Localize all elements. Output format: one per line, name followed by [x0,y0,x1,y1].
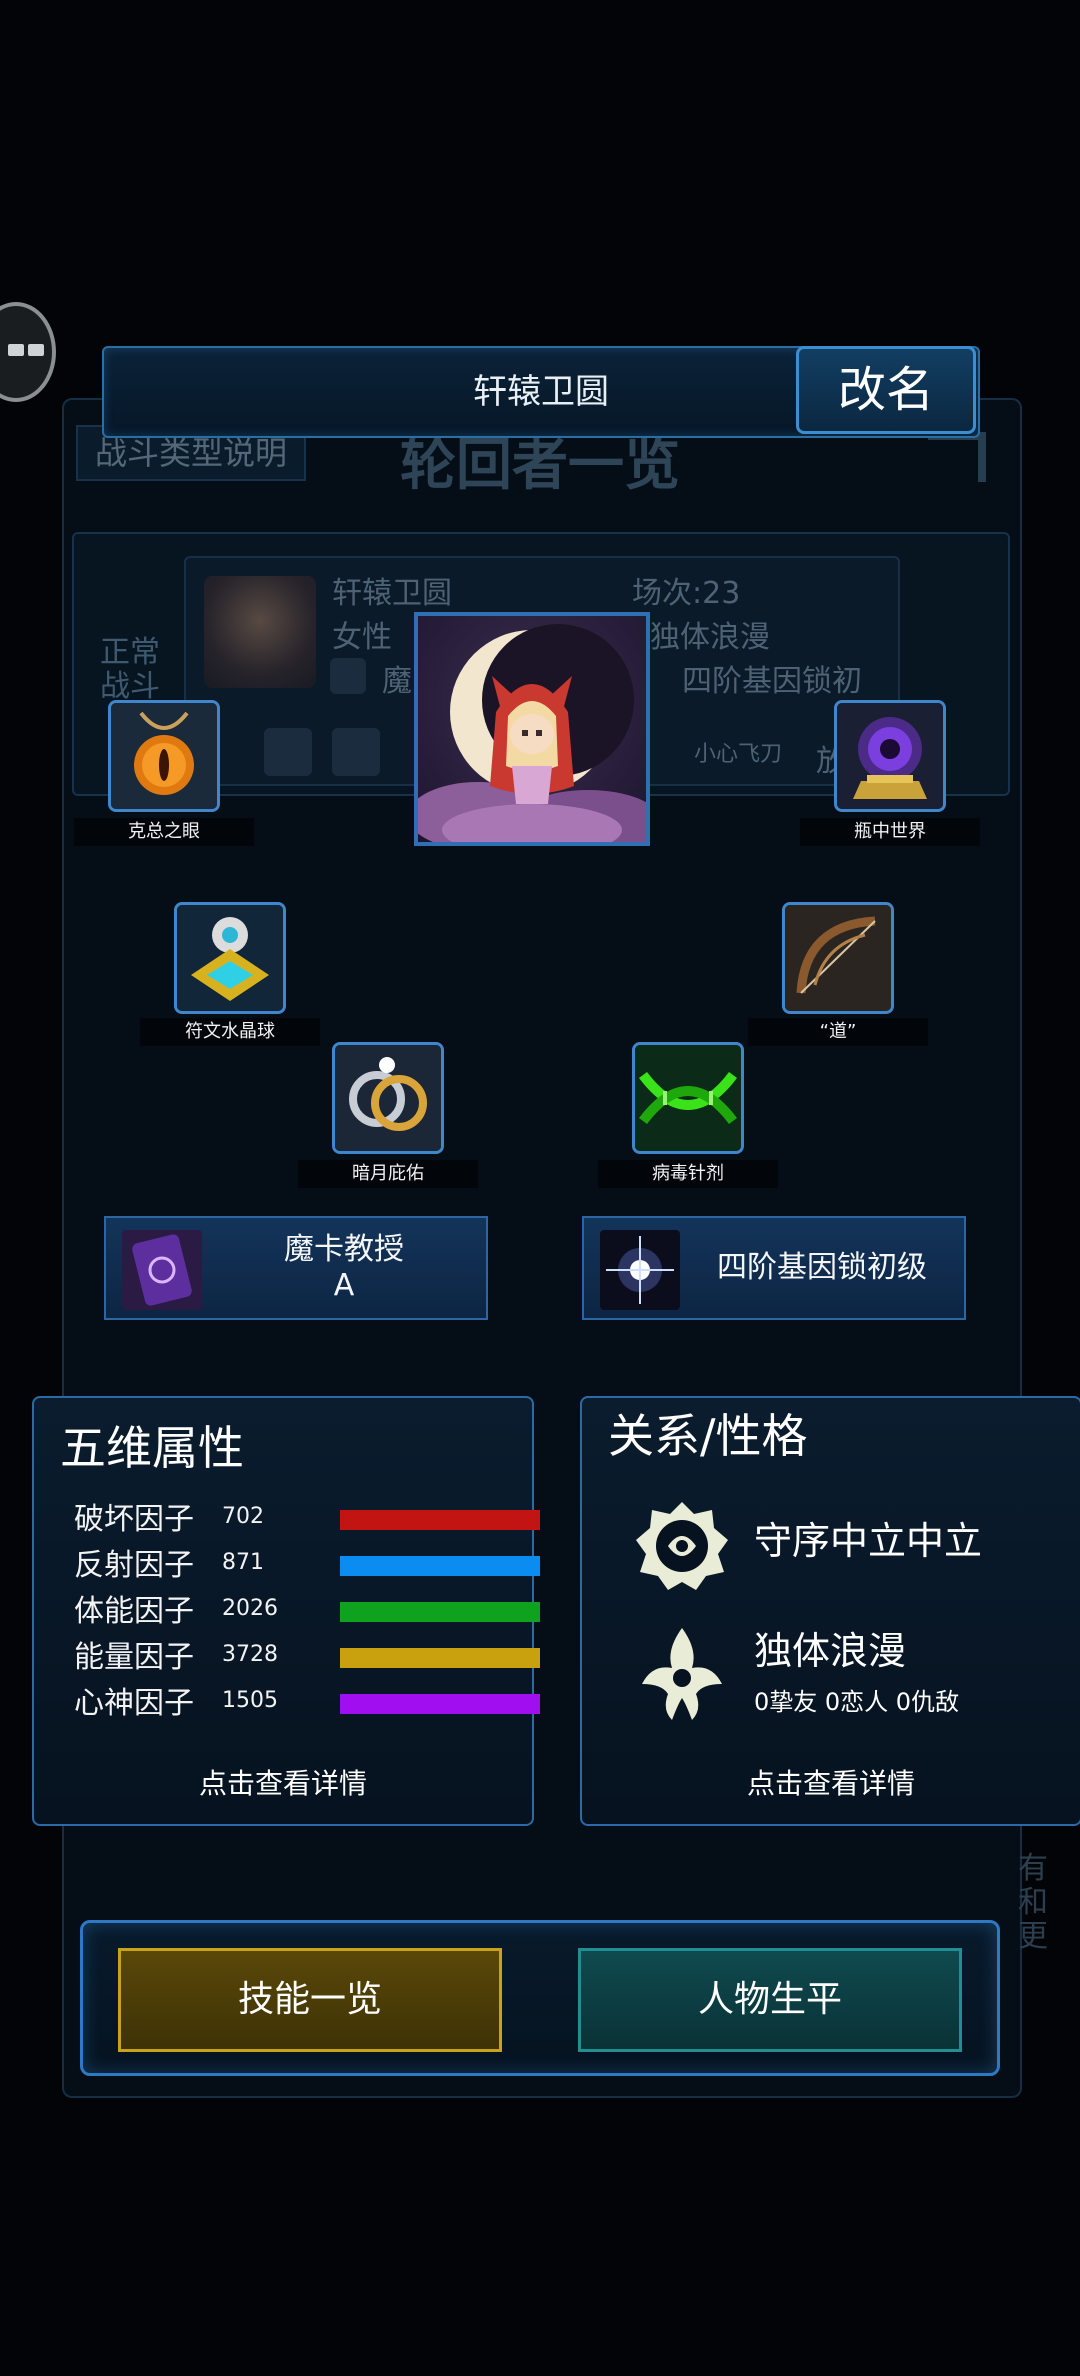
attribute-value: 871 [222,1550,264,1575]
equipment-label-3: 符文水晶球 [140,1018,320,1046]
equipment-slot-3[interactable] [174,902,286,1014]
portrait-art-icon [418,624,646,842]
skills-list-button[interactable]: 技能一览 [118,1948,502,2052]
character-detail-screen: 战斗类型说明 轮回者一览 正常战斗 轩辕卫圆 女性 魔 场次:23 独体浪漫 四… [0,0,1080,2376]
attribute-name: 体能因子 [74,1594,194,1629]
talent-title-1: 魔卡教授 [284,1232,404,1267]
back-icon [928,432,986,482]
attribute-value: 2026 [222,1596,278,1621]
equipment-slot-1[interactable] [108,700,220,812]
attribute-name: 能量因子 [74,1640,194,1675]
background-status-label: 正常战斗 [100,635,160,704]
bow-icon [785,905,891,1011]
talent-title-2: 四阶基因锁初级 [717,1250,927,1285]
attribute-value: 1505 [222,1688,278,1713]
rename-button[interactable]: 改名 [796,346,976,434]
attribute-bar-track [340,1556,540,1576]
alignment-emblem-icon [636,1502,728,1590]
background-talent: 魔 [382,664,412,699]
character-portrait [414,612,650,846]
attributes-title: 五维属性 [60,1421,244,1475]
attribute-bar [340,1556,540,1576]
relations-panel[interactable]: 关系/性格 守序中立中立 独体浪漫 0挚友 0恋人 0仇敌 点击查看详情 [580,1396,1080,1826]
background-item-icon [332,728,380,776]
background-side-text: 有和更 [1018,1851,1048,1954]
personality-text: 独体浪漫 [754,1629,907,1673]
attribute-bar [340,1648,540,1668]
relations-detail-link[interactable]: 点击查看详情 [582,1762,1080,1802]
floating-assist-button[interactable] [0,302,56,402]
attribute-bar-track [340,1602,540,1622]
equipment-slot-6[interactable] [632,1042,744,1154]
relations-title: 关系/性格 [608,1409,808,1463]
equipment-slot-4[interactable] [782,902,894,1014]
attribute-bar-track [340,1510,540,1530]
magic-card-icon [122,1230,202,1310]
relationship-counts: 0挚友 0恋人 0仇敌 [754,1688,960,1716]
background-gene: 四阶基因锁初 [682,664,862,699]
background-portrait [204,576,316,688]
attribute-row: 体能因子 2026 [74,1592,540,1632]
equipment-label-6: 病毒针剂 [598,1160,778,1188]
background-skill: 小心飞刀 [694,742,783,767]
talent-grade-1: A [333,1268,355,1303]
attribute-bar [340,1510,540,1530]
attribute-row: 破坏因子 702 [74,1500,540,1540]
equipment-slot-2[interactable] [834,700,946,812]
attribute-row: 能量因子 3728 [74,1638,540,1678]
background-name: 轩辕卫圆 [332,576,452,611]
equipment-label-4: “道” [748,1018,928,1046]
attribute-row: 心神因子 1505 [74,1684,540,1724]
background-rounds: 场次:23 [632,576,741,611]
equipment-label-2: 瓶中世界 [800,818,980,846]
equipment-label-5: 暗月庇佑 [298,1160,478,1188]
personality-emblem-icon [642,1628,722,1720]
attribute-bar [340,1694,540,1714]
rune-crystal-icon [177,905,283,1011]
attribute-name: 心神因子 [74,1686,194,1721]
attribute-value: 702 [222,1504,264,1529]
crystal-ball-icon [837,703,943,809]
character-biography-button[interactable]: 人物生平 [578,1948,962,2052]
alignment-text: 守序中立中立 [754,1519,983,1563]
background-trait: 独体浪漫 [650,620,770,655]
attributes-detail-link[interactable]: 点击查看详情 [34,1762,532,1802]
background-item-icon [264,728,312,776]
equipment-label-1: 克总之眼 [74,818,254,846]
attribute-name: 反射因子 [74,1548,194,1583]
talent-card-2[interactable]: 四阶基因锁初级 [582,1216,966,1320]
background-gender: 女性 [332,620,392,655]
rings-icon [335,1045,441,1151]
starburst-icon [600,1230,680,1310]
attribute-value: 3728 [222,1642,278,1667]
attributes-panel[interactable]: 五维属性 破坏因子 702 反射因子 871 体能因子 2026 能量因子 37… [32,1396,540,1826]
amulet-icon [111,703,217,809]
talent-card-1[interactable]: 魔卡教授 A [104,1216,488,1320]
attribute-bar-track [340,1648,540,1668]
dna-icon [635,1045,741,1151]
background-talent-icon [330,658,366,694]
attribute-bar-track [340,1694,540,1714]
attribute-name: 破坏因子 [74,1502,194,1537]
attribute-bar [340,1602,540,1622]
equipment-slot-5[interactable] [332,1042,444,1154]
attribute-row: 反射因子 871 [74,1546,540,1586]
